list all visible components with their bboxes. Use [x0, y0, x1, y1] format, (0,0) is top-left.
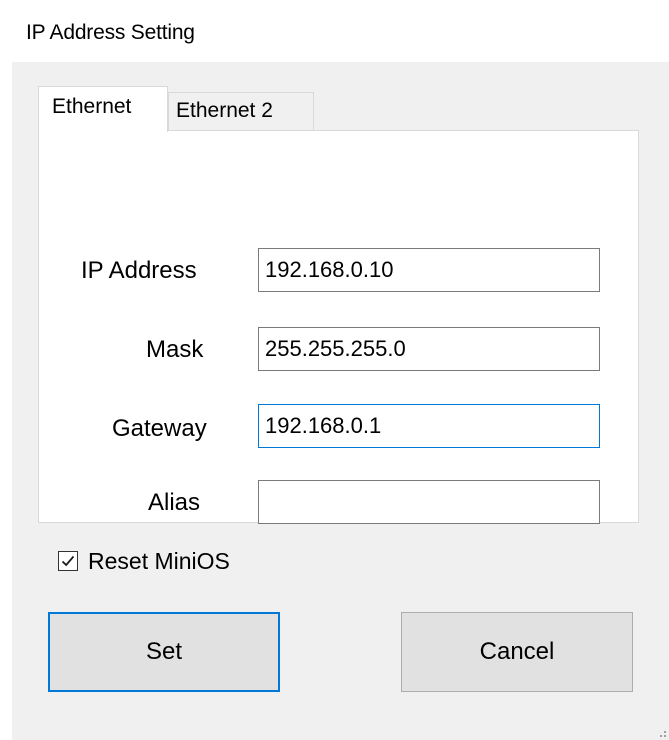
- tab-ethernet-label: Ethernet: [52, 95, 132, 118]
- tab-ethernet[interactable]: Ethernet: [38, 86, 168, 132]
- tab-page-ethernet: IP Address Mask Gateway Alias: [38, 130, 639, 524]
- dialog-client-area: Ethernet Ethernet 2 IP Address Mask Gate…: [12, 62, 669, 740]
- set-button[interactable]: Set: [48, 612, 280, 692]
- alias-label: Alias: [148, 489, 201, 516]
- set-button-label: Set: [145, 638, 183, 665]
- checkbox-box[interactable]: [58, 551, 78, 571]
- reset-minios-label: Reset MiniOS: [88, 547, 230, 574]
- ip-address-label: IP Address: [81, 257, 197, 284]
- check-mark-icon: [61, 555, 75, 567]
- cancel-button[interactable]: Cancel: [401, 612, 633, 692]
- tab-ethernet-2[interactable]: Ethernet 2: [168, 92, 314, 130]
- mask-label: Mask: [146, 336, 204, 363]
- gateway-label: Gateway: [112, 415, 207, 442]
- mask-input[interactable]: [258, 327, 600, 371]
- gateway-input[interactable]: [258, 404, 600, 448]
- title-bar: IP Address Setting: [0, 0, 669, 62]
- alias-input[interactable]: [258, 480, 600, 524]
- resize-grip-icon[interactable]: [655, 726, 667, 738]
- tab-ethernet-2-label: Ethernet 2: [176, 99, 273, 122]
- reset-minios-checkbox[interactable]: Reset MiniOS: [58, 546, 230, 576]
- ip-address-input[interactable]: [258, 248, 600, 292]
- cancel-button-label: Cancel: [479, 638, 555, 665]
- window-title: IP Address Setting: [26, 21, 195, 44]
